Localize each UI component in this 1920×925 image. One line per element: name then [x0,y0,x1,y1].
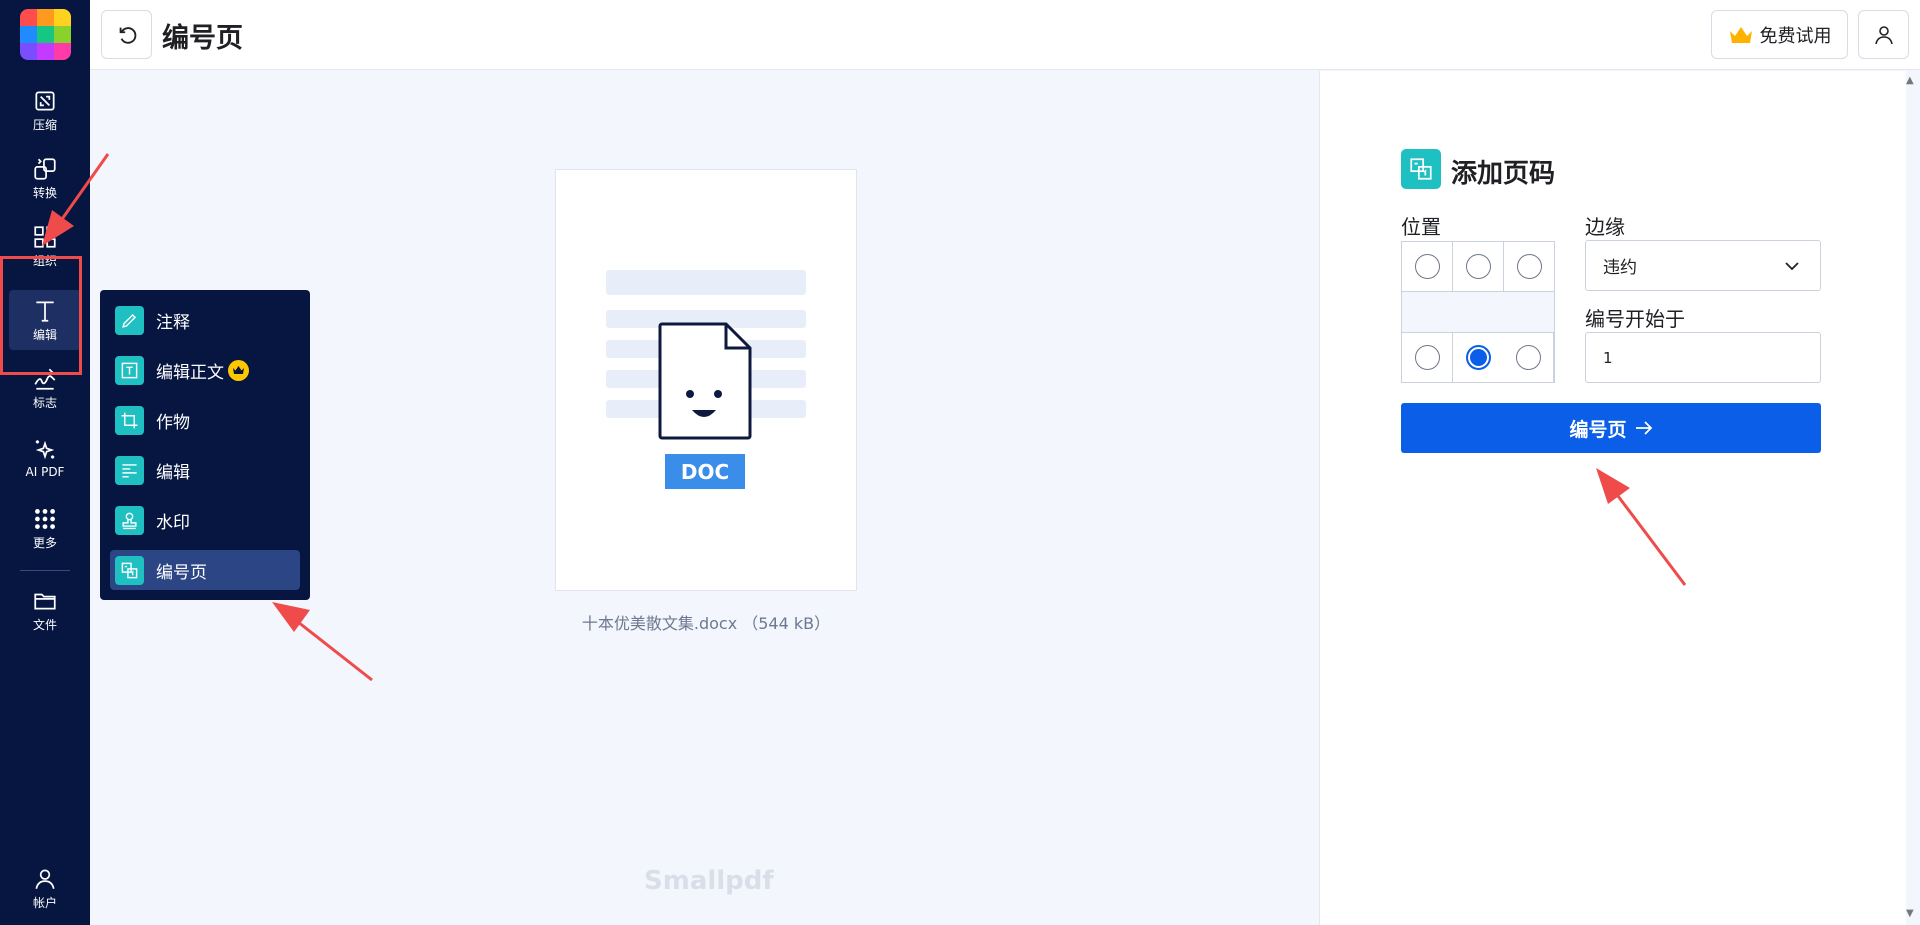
flyout-item-label: 编辑 [156,462,190,483]
settings-panel: 添加页码 位置 边缘 违约 编号开始于 编号页 [1319,71,1906,925]
sidebar-item-ai-pdf[interactable]: AI PDF [9,428,81,488]
compress-icon [35,90,55,111]
flyout-item-edit[interactable]: 编辑 [110,450,300,490]
flyout-item-label: 作物 [156,412,190,433]
margin-select[interactable]: 违约 [1585,240,1821,291]
flyout-item-number-pages[interactable]: 编号页 [110,550,300,590]
free-trial-button[interactable]: 免费试用 [1711,10,1848,59]
sidebar-divider [20,570,70,571]
position-top-center[interactable] [1453,242,1504,292]
flyout-item-watermark[interactable]: 水印 [110,500,300,540]
position-bottom-right[interactable] [1504,333,1554,382]
sidebar-item-label: 更多 [32,535,57,550]
sidebar-item-label: 压缩 [32,117,57,132]
radio-button[interactable] [1414,254,1440,279]
radio-button[interactable] [1516,254,1542,279]
radio-button[interactable] [1516,345,1541,370]
edit-flyout-menu: 注释 编辑正文 作物 编辑 水印 编号页 [100,290,310,600]
position-grid [1401,241,1555,383]
margin-label: 边缘 [1585,215,1625,239]
sidebar-item-more[interactable]: 更多 [9,498,81,558]
sidebar-item-convert[interactable]: 转换 [9,148,81,208]
radio-button[interactable] [1414,345,1440,370]
user-icon [1874,25,1893,44]
position-label: 位置 [1401,215,1441,239]
sidebar-item-label: 标志 [32,395,57,410]
arrow-right-icon [1635,421,1652,435]
sidebar: 压缩 转换 组织 编辑 标志 AI PDF 更多 文件 帐户 [0,0,90,925]
flyout-item-crop[interactable]: 作物 [110,400,300,440]
annotation-highlight-box [0,256,82,375]
flyout-item-edit-text[interactable]: 编辑正文 [110,350,300,390]
folder-icon [34,593,56,609]
sparkle-icon [35,440,55,460]
page-number-icon [115,555,144,585]
submit-label: 编号页 [1569,419,1627,441]
undo-icon [119,26,136,44]
position-bottom-left[interactable] [1402,333,1453,382]
page-title: 编号页 [162,23,243,54]
position-top-right[interactable] [1504,242,1554,292]
sidebar-item-account[interactable]: 帐户 [9,858,81,918]
undo-button[interactable] [101,10,152,59]
stamp-icon [115,505,144,535]
smallpdf-logo[interactable] [20,9,71,60]
position-bottom-center[interactable] [1453,333,1504,382]
sidebar-item-compress[interactable]: 压缩 [9,80,81,140]
radio-button-selected[interactable] [1466,345,1491,370]
margin-value: 违约 [1603,258,1637,278]
topbar: 编号页 免费试用 [90,0,1920,70]
page-number-icon [1401,149,1441,189]
chevron-down-icon [1785,262,1799,271]
sidebar-item-label: AI PDF [25,465,65,479]
convert-icon [34,157,56,180]
layout-edit-icon [115,455,144,485]
flyout-item-label: 编号页 [156,562,207,583]
premium-crown-icon [228,359,249,381]
scroll-down-arrow[interactable]: ▼ [1906,908,1914,919]
profile-button[interactable] [1858,10,1909,59]
sidebar-item-label: 文件 [32,617,57,632]
crown-icon [1729,26,1752,43]
document-preview: DOC [555,169,857,591]
grid-dots-icon [35,508,55,529]
flyout-item-label: 水印 [156,512,190,533]
user-icon [35,868,55,889]
flyout-item-annotate[interactable]: 注释 [110,300,300,340]
sidebar-item-label: 转换 [32,185,57,200]
radio-button[interactable] [1465,254,1491,279]
text-box-icon [115,355,144,385]
smiling-file-icon [658,322,752,440]
brand-watermark: Smallpdf [644,866,774,896]
flyout-item-label: 编辑正文 [156,362,224,383]
panel-title: 添加页码 [1451,159,1556,189]
flyout-item-label: 注释 [156,312,190,333]
position-top-left[interactable] [1402,242,1453,292]
start-number-label: 编号开始于 [1585,307,1685,331]
position-grid-middle [1402,292,1554,333]
number-pages-button[interactable]: 编号页 [1401,403,1821,453]
organize-icon [34,225,56,248]
free-trial-label: 免费试用 [1759,25,1832,47]
start-number-input[interactable] [1585,332,1821,383]
pencil-icon [115,305,144,335]
sidebar-item-files[interactable]: 文件 [9,580,81,640]
sidebar-item-label: 帐户 [32,895,57,910]
file-name: 十本优美散文集.docx （544 kB） [581,614,831,633]
doc-placeholder-line [606,270,806,295]
crop-icon [115,405,144,435]
scroll-up-arrow[interactable]: ▲ [1906,75,1914,86]
doc-type-badge: DOC [665,454,745,489]
